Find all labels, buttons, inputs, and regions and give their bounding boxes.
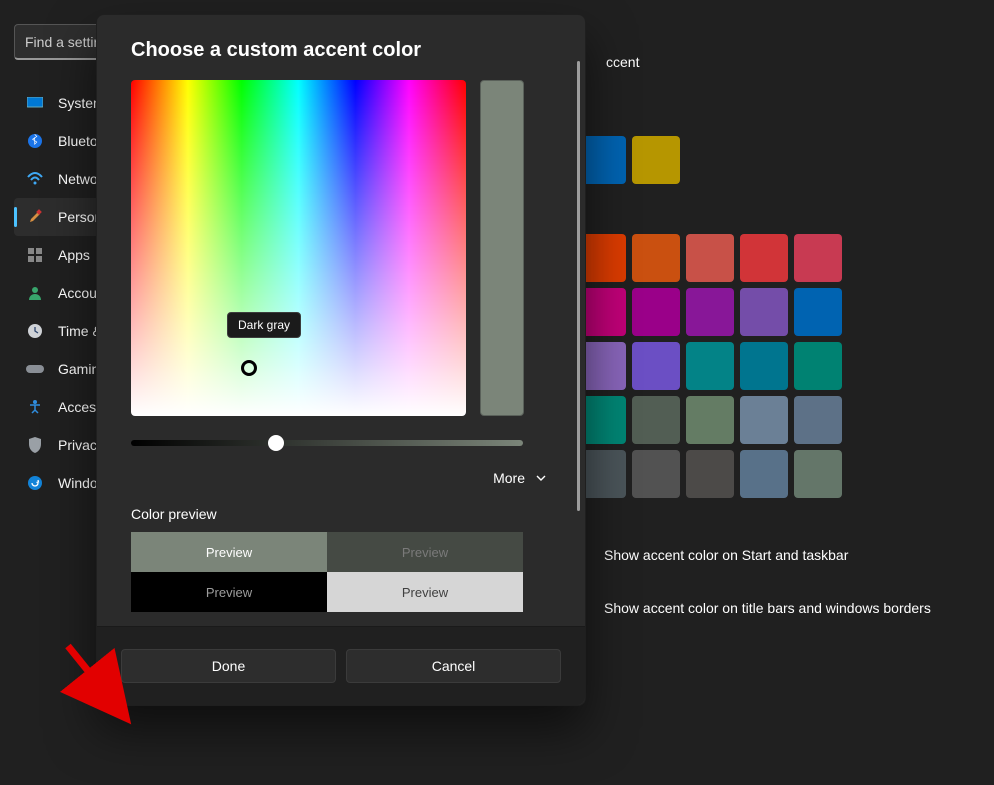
color-swatch[interactable]	[686, 396, 734, 444]
preview-grid: Preview Preview Preview Preview	[131, 532, 523, 612]
cancel-button[interactable]: Cancel	[346, 649, 561, 683]
gamepad-icon	[26, 360, 44, 378]
color-tooltip: Dark gray	[227, 312, 301, 338]
color-swatch[interactable]	[632, 234, 680, 282]
hue-sat-field[interactable]: Dark gray	[131, 80, 466, 416]
dialog-title: Choose a custom accent color	[131, 39, 551, 62]
color-swatch[interactable]	[686, 342, 734, 390]
more-button[interactable]: More	[131, 470, 551, 486]
picker-cursor[interactable]	[241, 360, 257, 376]
sidebar-item-label: Apps	[58, 247, 90, 263]
color-swatch[interactable]	[794, 342, 842, 390]
preview-tile: Preview	[131, 572, 327, 612]
color-swatch[interactable]	[794, 396, 842, 444]
update-icon	[26, 474, 44, 492]
apps-icon	[26, 246, 44, 264]
color-swatch[interactable]	[632, 342, 680, 390]
color-swatch[interactable]	[794, 288, 842, 336]
color-swatch[interactable]	[632, 450, 680, 498]
slider-thumb[interactable]	[268, 435, 284, 451]
preview-chip	[480, 80, 524, 416]
color-swatch[interactable]	[794, 234, 842, 282]
color-swatch[interactable]	[740, 288, 788, 336]
color-swatch[interactable]	[740, 396, 788, 444]
display-icon	[26, 94, 44, 112]
color-preview-label: Color preview	[131, 506, 551, 522]
preview-tile: Preview	[327, 572, 523, 612]
color-swatch[interactable]	[686, 450, 734, 498]
color-swatch[interactable]	[794, 450, 842, 498]
bluetooth-icon	[26, 132, 44, 150]
recent-swatch[interactable]	[632, 136, 680, 184]
shield-icon	[26, 436, 44, 454]
dialog-scrollbar[interactable]	[577, 61, 580, 511]
wifi-icon	[26, 170, 44, 188]
color-swatch[interactable]	[686, 288, 734, 336]
color-swatch[interactable]	[632, 288, 680, 336]
accessibility-icon	[26, 398, 44, 416]
color-swatch[interactable]	[632, 396, 680, 444]
preview-tile: Preview	[131, 532, 327, 572]
value-slider[interactable]	[131, 440, 523, 446]
recent-colors	[578, 136, 974, 184]
dialog-footer: Done Cancel	[97, 627, 585, 705]
clock-icon	[26, 322, 44, 340]
done-button[interactable]: Done	[121, 649, 336, 683]
paintbrush-icon	[26, 208, 44, 226]
color-swatch[interactable]	[740, 234, 788, 282]
more-label: More	[493, 470, 525, 486]
color-swatch[interactable]	[740, 450, 788, 498]
preview-tile: Preview	[327, 532, 523, 572]
person-icon	[26, 284, 44, 302]
color-swatch[interactable]	[686, 234, 734, 282]
windows-colors-grid	[578, 234, 974, 498]
color-picker-dialog: Choose a custom accent color Dark gray M…	[96, 14, 586, 706]
color-swatch[interactable]	[740, 342, 788, 390]
chevron-down-icon	[535, 472, 547, 484]
